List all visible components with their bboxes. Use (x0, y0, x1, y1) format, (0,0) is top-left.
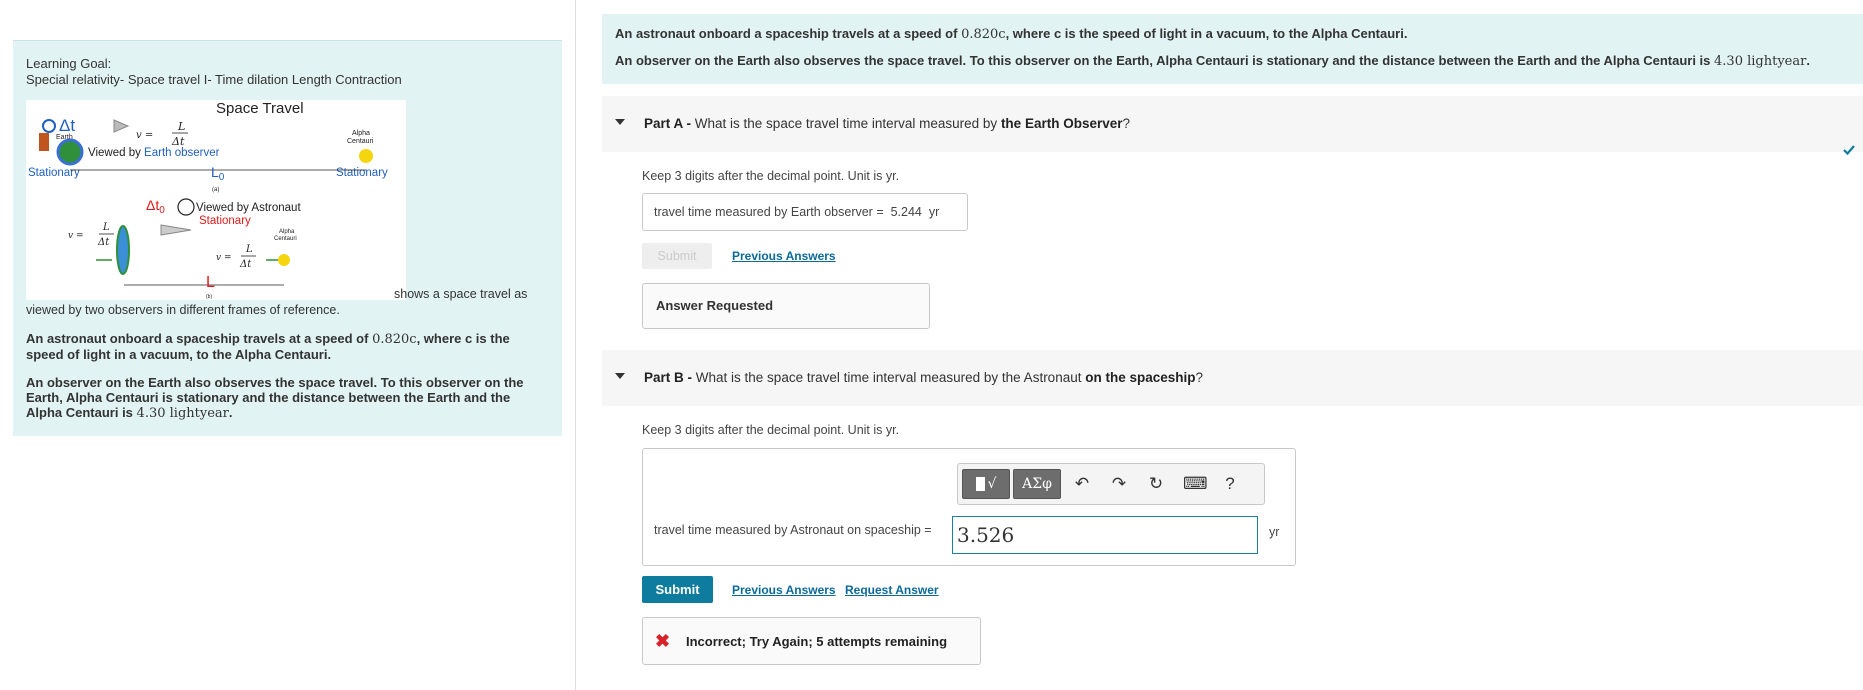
figure-b-label: (b) (206, 294, 212, 300)
redo-icon[interactable]: ↷ (1109, 474, 1129, 494)
earth-label: Earth (56, 134, 73, 141)
svg-text:L: L (245, 244, 253, 255)
reset-icon[interactable]: ↻ (1146, 474, 1166, 494)
part-a-previous-answers-link[interactable]: Previous Answers (732, 249, 836, 263)
part-b-title: Part B - What is the space travel time i… (644, 370, 1204, 385)
space-travel-figure: Space Travel Δt v = L Δt Earth Viewed by… (26, 100, 406, 300)
intro-text-1: An astronaut onboard a spaceship travels… (615, 26, 1408, 42)
l0-label: L0 (211, 164, 225, 183)
part-b-hint: Keep 3 digits after the decimal point. U… (642, 423, 900, 437)
part-a-answer-requested: Answer Requested (642, 283, 930, 329)
learning-goal-heading: Learning Goal: (26, 56, 112, 71)
part-b-answer-input[interactable]: 3.526 (952, 516, 1258, 554)
centauri-label-top: Centauri (347, 138, 374, 145)
panel-divider (575, 0, 576, 690)
svg-text:L: L (102, 222, 110, 233)
caret-down-icon[interactable] (615, 373, 625, 379)
svg-text:Centauri: Centauri (274, 236, 297, 242)
svg-text:Δt: Δt (97, 237, 110, 248)
delta-t-label: Δt (59, 116, 75, 135)
part-b-feedback: ✖ Incorrect; Try Again; 5 attempts remai… (642, 617, 981, 665)
part-b-unit: yr (1269, 525, 1280, 539)
clock-icon (42, 119, 56, 133)
l-contracted-label: L (206, 274, 215, 291)
left-problem-text-1: An astronaut onboard a spaceship travels… (26, 331, 510, 362)
astronaut-spaceship-icon (160, 224, 192, 236)
part-a-answer-value: 5.244 (890, 205, 922, 219)
learning-goal-panel: Learning Goal: Special relativity- Space… (13, 40, 562, 436)
figure-a-label: (a) (212, 187, 219, 193)
request-answer-link[interactable]: Request Answer (845, 583, 939, 597)
keyboard-icon[interactable]: ⌨ (1183, 474, 1208, 494)
earth-observer-icon (39, 133, 49, 151)
learning-goal-subheading: Special relativity- Space travel I- Time… (26, 72, 402, 87)
x-mark-icon: ✖ (655, 631, 671, 651)
viewed-by-astronaut: Viewed by Astronaut (196, 202, 301, 214)
problem-intro: An astronaut onboard a spaceship travels… (602, 14, 1863, 84)
help-icon[interactable]: ? (1220, 474, 1240, 494)
part-b-input-label: travel time measured by Astronaut on spa… (654, 523, 932, 537)
feedback-text: Incorrect; Try Again; 5 attempts remaini… (686, 634, 948, 649)
part-a-title: Part A - What is the space travel time i… (644, 116, 1130, 131)
svg-text:Δt: Δt (239, 259, 252, 270)
intro-text-2: An observer on the Earth also observes t… (615, 53, 1810, 69)
figure-caption-b: viewed by two observers in different fra… (26, 303, 340, 317)
alpha-label-top: Alpha (352, 130, 370, 137)
figure-title: Space Travel (216, 100, 304, 117)
alpha-centauri-moving-icon (278, 254, 290, 266)
delta-t0-label: Δt0 (146, 197, 165, 216)
part-b-answer-box: √ ΑΣφ ↶ ↷ ↻ ⌨ ? travel time measured by … (642, 448, 1296, 566)
symbols-button[interactable]: ΑΣφ (1013, 469, 1061, 499)
velocity-eq-right: v = (216, 253, 232, 263)
stationary-label-left: Stationary (28, 167, 80, 179)
checkmark-icon (1843, 145, 1855, 156)
space-travel-diagram: Space Travel Δt v = L Δt Earth Viewed by… (28, 100, 388, 300)
earth-moving-icon (116, 225, 130, 275)
part-a-header[interactable]: Part A - What is the space travel time i… (602, 96, 1863, 152)
viewed-by-earth-prefix: Viewed by Earth observer (88, 147, 220, 159)
caret-down-icon[interactable] (615, 119, 625, 125)
left-problem-text-2: An observer on the Earth also observes t… (26, 375, 524, 421)
velocity-eq-left: v = (68, 231, 84, 241)
part-a-answer-display: travel time measured by Earth observer =… (642, 193, 968, 231)
earth-icon (56, 138, 84, 166)
spaceship-icon (113, 119, 130, 133)
figure-caption-a: shows a space travel as (394, 287, 528, 301)
alpha-centauri-star-icon (359, 149, 373, 163)
stationary-label-right: Stationary (336, 167, 388, 179)
stationary-label-astronaut: Stationary (199, 215, 251, 227)
svg-text:Alpha: Alpha (279, 229, 295, 235)
math-toolbar: √ ΑΣφ ↶ ↷ ↻ ⌨ ? (957, 463, 1265, 505)
part-b-submit-button[interactable]: Submit (642, 576, 713, 603)
l0-numerator: L (177, 120, 185, 133)
part-a-hint: Keep 3 digits after the decimal point. U… (642, 169, 900, 183)
part-a-submit-button: Submit (642, 243, 712, 269)
astronaut-clock-icon (177, 198, 195, 216)
part-b-header[interactable]: Part B - What is the space travel time i… (602, 350, 1863, 406)
velocity-eq-top: v = (136, 130, 153, 141)
part-b-previous-answers-link[interactable]: Previous Answers (732, 583, 836, 597)
templates-button[interactable]: √ (962, 469, 1010, 499)
undo-icon[interactable]: ↶ (1072, 474, 1092, 494)
